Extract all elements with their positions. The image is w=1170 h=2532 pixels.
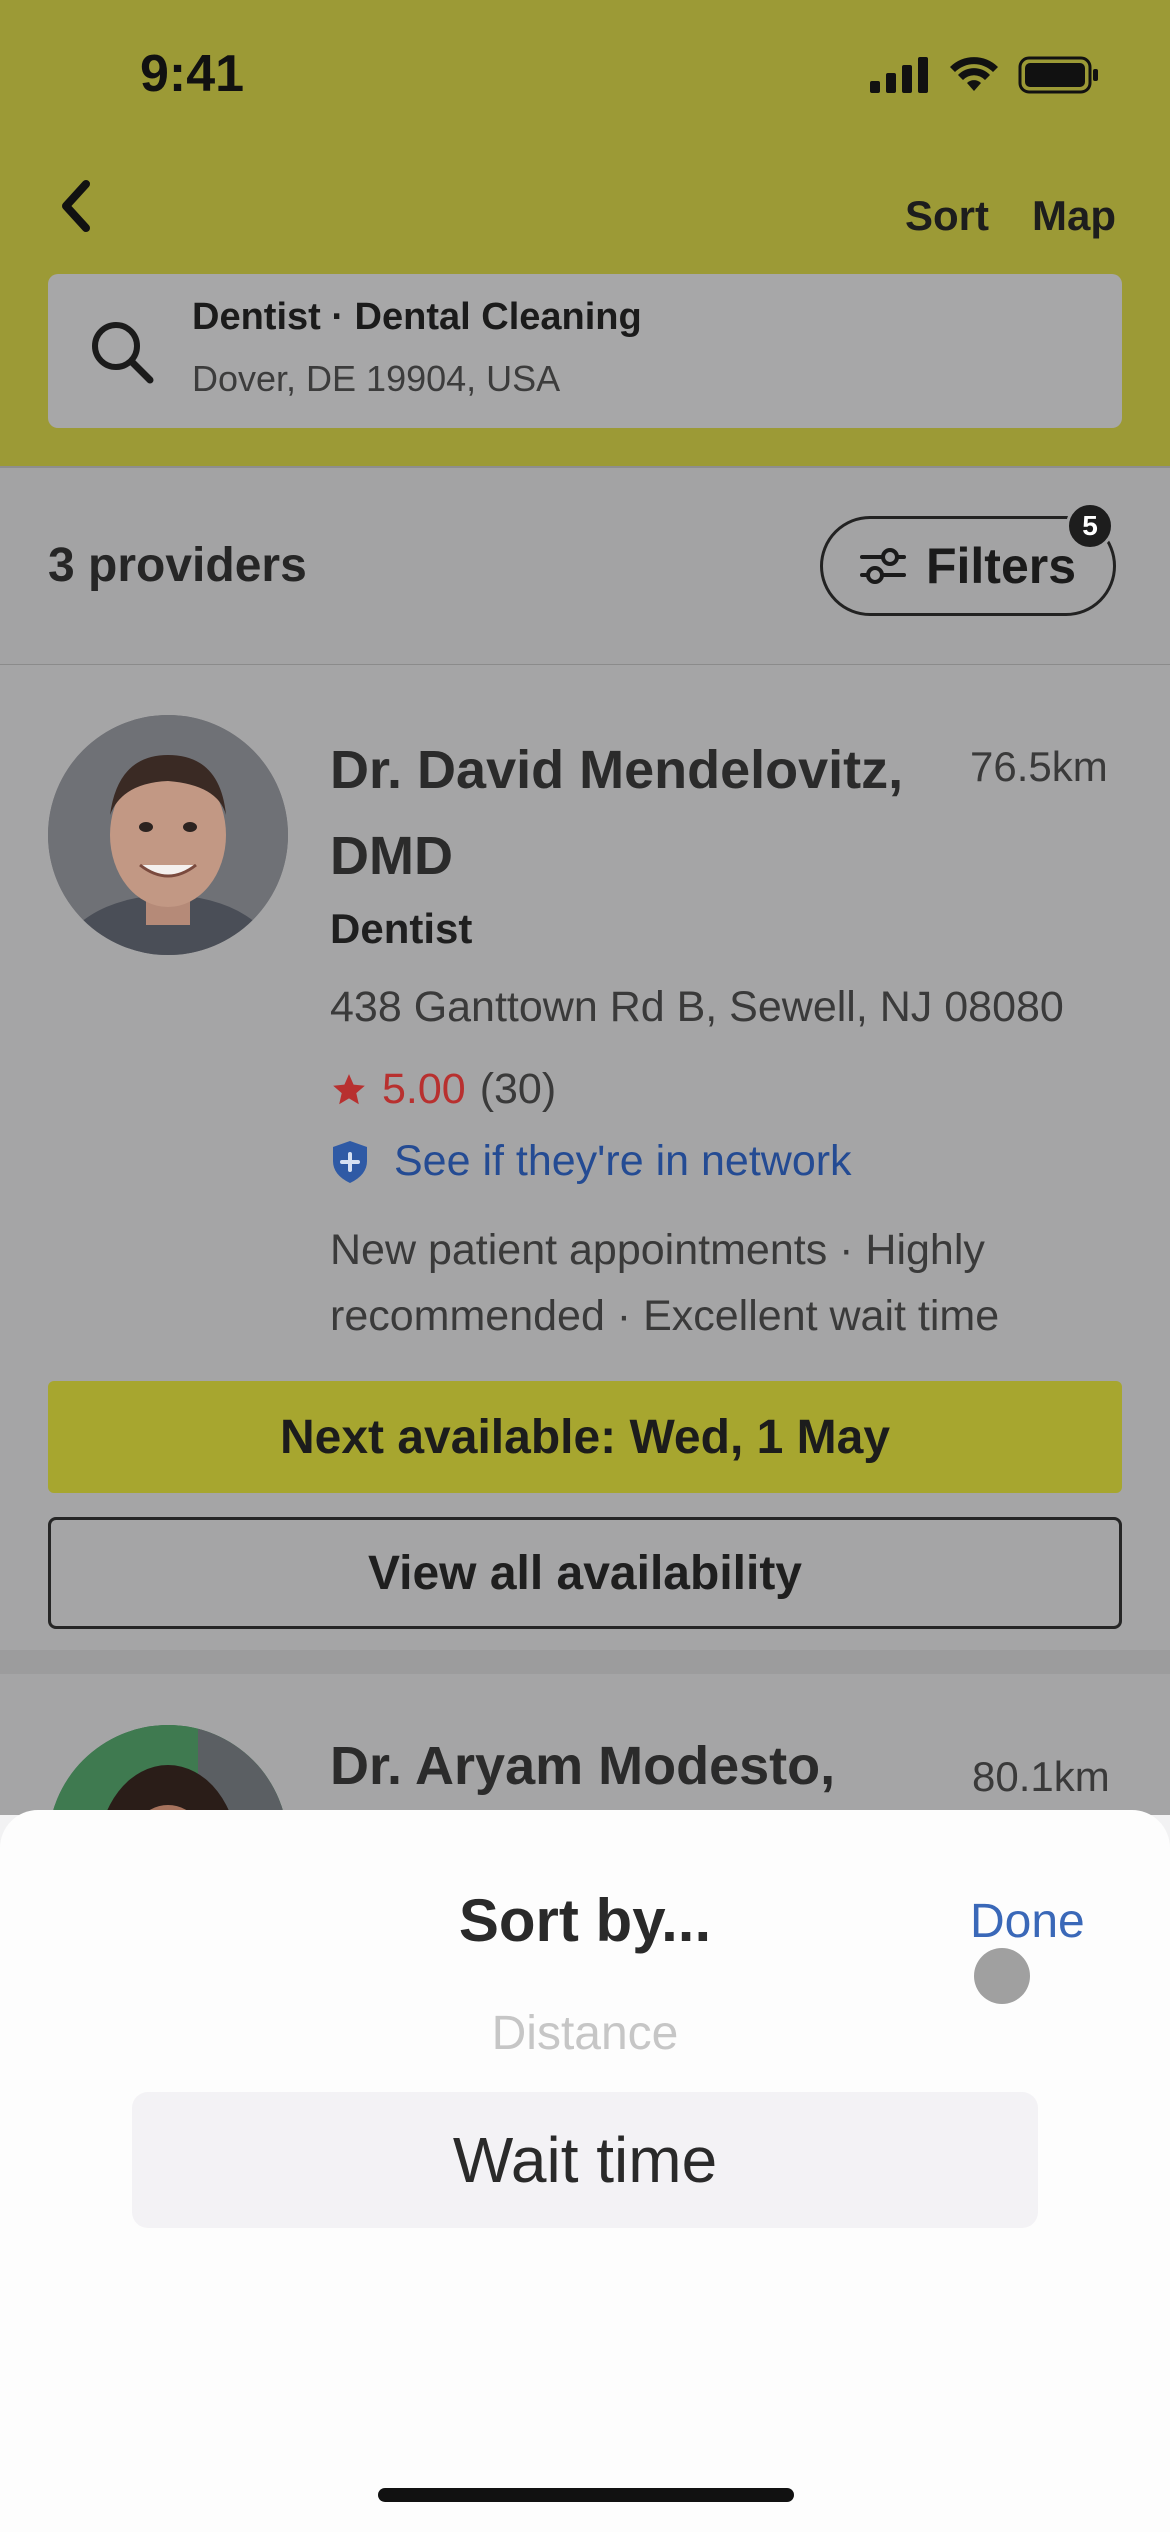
sort-sheet: Sort by... Done Distance Wait time (0, 1810, 1170, 2532)
provider-card[interactable]: Dr. Aryam Modesto, 80.1km (0, 1675, 1170, 1815)
provider-tags: New patient appointments · Highly recomm… (330, 1226, 1000, 1340)
wifi-icon (950, 57, 998, 91)
cellular-signal-icon (870, 57, 928, 93)
provider-count: 3 providers (48, 539, 307, 592)
provider-avatar (48, 1725, 288, 1815)
status-time: 9:41 (140, 45, 245, 103)
filters-count-badge: 5 (1066, 502, 1114, 550)
provider-distance: 76.5km (970, 743, 1108, 790)
filters-label: Filters (925, 538, 1077, 594)
provider-card[interactable]: Dr. David Mendelovitz, DMD 76.5km Dentis… (0, 665, 1170, 1675)
chevron-left-icon (62, 180, 90, 232)
search-box[interactable]: Dentist · Dental Cleaning Dover, DE 1990… (48, 274, 1122, 428)
network-link-label[interactable]: See if they're in network (394, 1137, 852, 1186)
card-divider (0, 1650, 1170, 1674)
search-query: Dentist · Dental Cleaning (192, 296, 642, 338)
picker-option-wait-time[interactable]: Wait time (132, 2092, 1038, 2228)
provider-photo (48, 1725, 288, 1815)
network-link[interactable]: See if they're in network (330, 1137, 852, 1186)
view-all-availability-button[interactable]: View all availability (48, 1517, 1122, 1629)
provider-name[interactable]: Dr. Aryam Modesto, (330, 1735, 835, 1797)
provider-name[interactable]: Dr. David Mendelovitz, DMD (330, 727, 950, 899)
provider-specialty: Dentist (330, 905, 473, 952)
provider-avatar (48, 715, 288, 955)
sort-button[interactable]: Sort (905, 192, 989, 240)
picker-option-distance[interactable]: Distance (0, 2006, 1170, 2061)
battery-icon (1018, 56, 1098, 94)
rating-value: 5.00 (382, 1065, 466, 1113)
touch-indicator (974, 1948, 1030, 2004)
search-icon (92, 322, 154, 384)
sliders-icon (859, 548, 906, 584)
provider-distance: 80.1km (972, 1753, 1110, 1800)
home-indicator[interactable] (378, 2488, 794, 2502)
map-button[interactable]: Map (1032, 192, 1116, 240)
provider-rating: 5.00 (30) (330, 1065, 556, 1114)
search-location: Dover, DE 19904, USA (192, 358, 561, 399)
back-button[interactable] (40, 170, 112, 242)
star-icon (333, 1073, 365, 1104)
provider-address: 438 Ganttown Rd B, Sewell, NJ 08080 (330, 983, 1064, 1031)
status-icons (870, 56, 1100, 94)
shield-plus-icon (333, 1140, 367, 1183)
review-count: (30) (479, 1065, 557, 1113)
results-bar: 3 providers Filters (0, 466, 1170, 667)
done-button[interactable]: Done (970, 1894, 1085, 1949)
app-header: 9:41 Sort Map Dentist · Dental Cleaning … (0, 0, 1170, 466)
next-available-button[interactable]: Next available: Wed, 1 May (48, 1381, 1122, 1493)
provider-photo (48, 715, 288, 955)
